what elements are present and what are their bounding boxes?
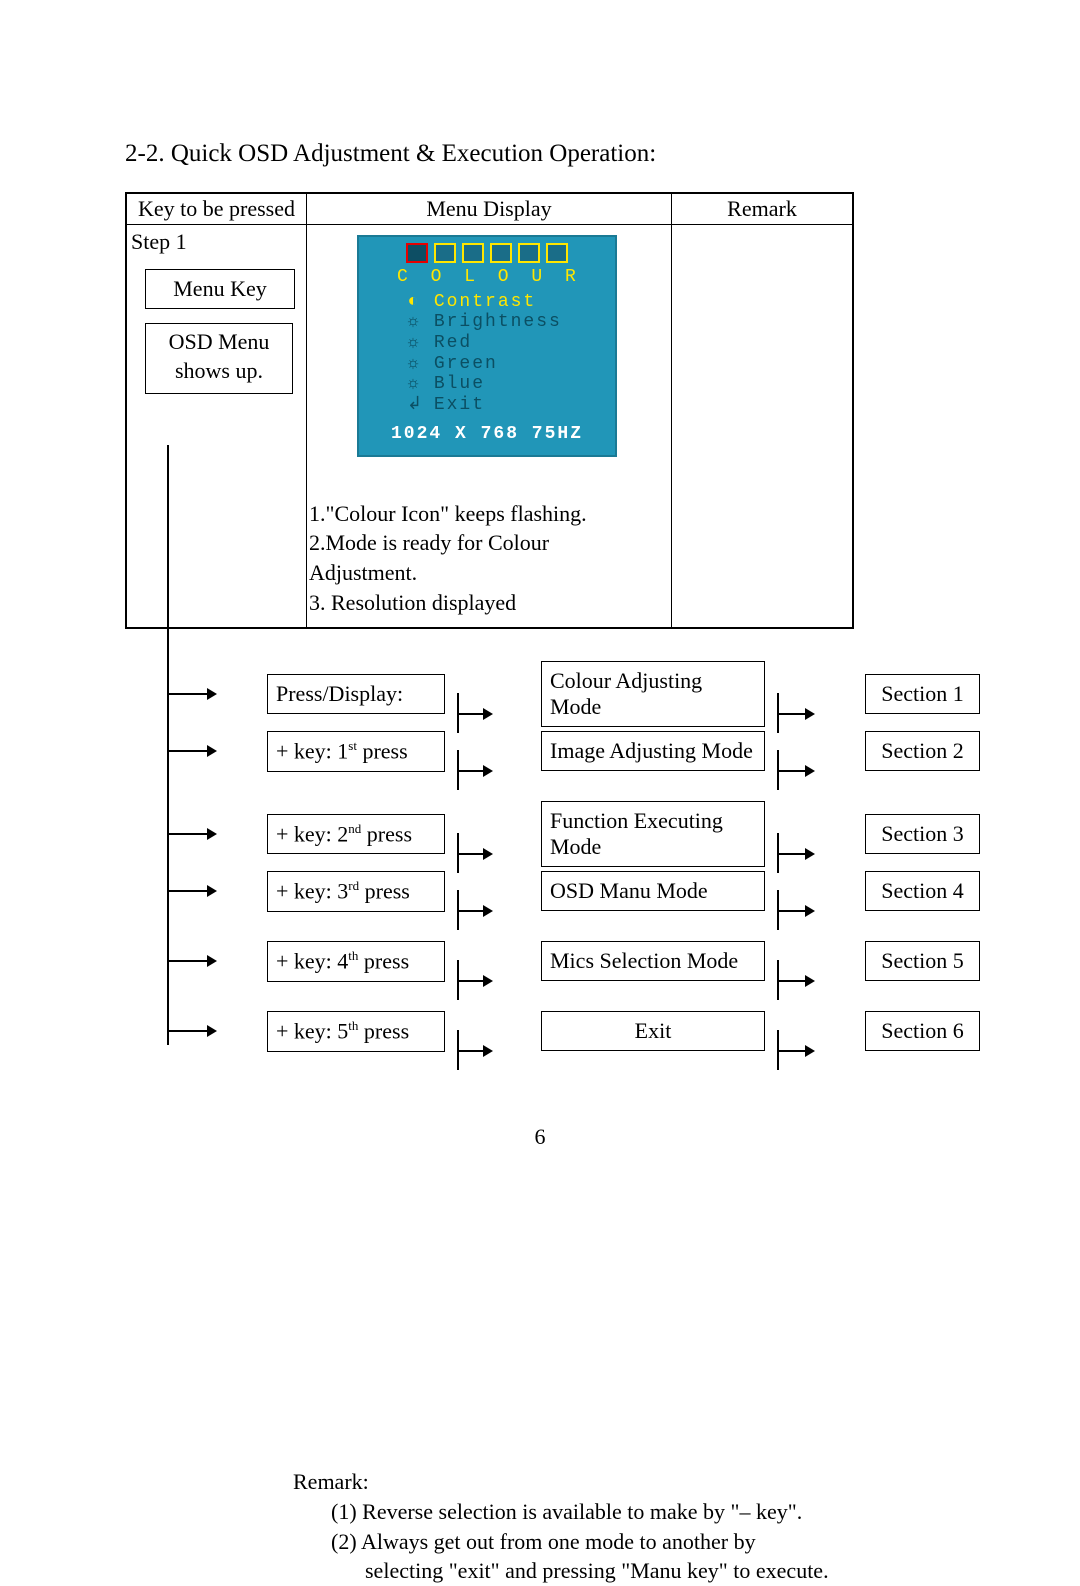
flow-mode-box: OSD Manu Mode xyxy=(541,871,765,911)
arrow-icon xyxy=(777,971,815,991)
page-number: 6 xyxy=(0,1124,1080,1150)
arrow-icon xyxy=(777,761,815,781)
flow-row: + key: 3rd press OSD Manu Mode Section 4 xyxy=(167,871,980,911)
flow-section-box: Section 2 xyxy=(865,731,980,771)
osd-item: ↲ Exit xyxy=(407,395,607,416)
flow-key-box: + key: 3rd press xyxy=(267,871,445,911)
osd-note-line: 1."Colour Icon" keeps flashing. xyxy=(309,499,661,529)
osd-item-label: Blue xyxy=(434,374,485,394)
remarks-item: (1) Reverse selection is available to ma… xyxy=(293,1497,980,1527)
arrow-icon xyxy=(777,1041,815,1061)
half-circle-icon: ◐ xyxy=(407,292,421,313)
col-remark xyxy=(672,225,852,627)
flow-row: + key: 2nd press Function Executing Mode… xyxy=(167,801,980,867)
osd-table: Key to be pressed Menu Display Remark St… xyxy=(125,192,854,629)
osd-title: C O L O U R xyxy=(397,267,607,288)
flow-key-box: + key: 4th press xyxy=(267,941,445,981)
osd-tab-icon xyxy=(406,243,428,263)
header-remark: Remark xyxy=(672,194,852,224)
osd-note-line: 2.Mode is ready for Colour Adjustment. xyxy=(309,528,661,587)
osd-item: ☼ Blue xyxy=(407,374,607,395)
arrow-icon xyxy=(457,704,493,724)
table-header: Key to be pressed Menu Display Remark xyxy=(127,194,852,225)
arrow-icon xyxy=(167,684,217,704)
arrow-icon xyxy=(457,761,493,781)
arrow-icon xyxy=(167,951,217,971)
remarks: Remark: (1) Reverse selection is availab… xyxy=(293,1467,980,1586)
flow-key-box: + key: 1st press xyxy=(267,731,445,771)
col-menu: C O L O U R ◐ Contrast ☼ Brightness ☼ Re… xyxy=(307,225,672,627)
flow-mode-box: Colour Adjusting Mode xyxy=(541,661,765,727)
flow-key-box: + key: 2nd press xyxy=(267,814,445,854)
osd-item-label: Contrast xyxy=(434,292,536,312)
arrow-icon xyxy=(457,971,493,991)
section-title: 2-2. Quick OSD Adjustment & Execution Op… xyxy=(125,140,980,168)
osd-tab-icon xyxy=(546,243,568,263)
remarks-item: (2) Always get out from one mode to anot… xyxy=(293,1527,980,1557)
osd-preview: C O L O U R ◐ Contrast ☼ Brightness ☼ Re… xyxy=(357,235,617,457)
exit-icon: ↲ xyxy=(407,395,421,416)
flow-section-box: Section 5 xyxy=(865,941,980,981)
osd-tab-icon xyxy=(490,243,512,263)
osd-item-label: Brightness xyxy=(434,312,562,332)
flow-key-box: + key: 5th press xyxy=(267,1011,445,1051)
arrow-icon xyxy=(777,844,815,864)
flow-section-box: Section 4 xyxy=(865,871,980,911)
osd-item-label: Green xyxy=(434,354,498,374)
arrow-icon xyxy=(777,704,815,724)
osd-tab-icon xyxy=(434,243,456,263)
osd-tab-icon xyxy=(518,243,540,263)
arrow-icon xyxy=(457,844,493,864)
flow-section-box: Section 6 xyxy=(865,1011,980,1051)
header-key: Key to be pressed xyxy=(127,194,307,224)
flow-mode-box: Function Executing Mode xyxy=(541,801,765,867)
arrow-icon xyxy=(457,1041,493,1061)
arrow-icon xyxy=(777,901,815,921)
flow-row: + key: 5th press Exit Section 6 xyxy=(167,1011,980,1051)
arrow-icon xyxy=(167,1021,217,1041)
osd-shows-box: OSD Menu shows up. xyxy=(145,323,293,394)
flow-row: + key: 1st press Image Adjusting Mode Se… xyxy=(167,731,980,771)
flow-diagram: Press/Display: Colour Adjusting Mode Sec… xyxy=(167,645,980,1055)
osd-item: ☼ Green xyxy=(407,354,607,375)
remarks-title: Remark: xyxy=(293,1467,980,1497)
remarks-item-cont: selecting "exit" and pressing "Manu key"… xyxy=(293,1556,980,1586)
osd-list: ◐ Contrast ☼ Brightness ☼ Red ☼ Green ☼ … xyxy=(407,292,607,416)
sun-icon: ☼ xyxy=(407,312,421,333)
osd-shows-line2: shows up. xyxy=(146,357,292,386)
arrow-icon xyxy=(167,881,217,901)
osd-item: ☼ Brightness xyxy=(407,312,607,333)
flow-section-box: Section 3 xyxy=(865,814,980,854)
flow-key-box: Press/Display: xyxy=(267,674,445,714)
osd-notes: 1."Colour Icon" keeps flashing. 2.Mode i… xyxy=(309,499,661,618)
osd-item-label: Red xyxy=(434,333,472,353)
osd-tab-icon xyxy=(462,243,484,263)
osd-item-label: Exit xyxy=(434,395,485,415)
table-body: Step 1 Menu Key OSD Menu shows up. xyxy=(127,225,852,627)
osd-resolution: 1024 X 768 75HZ xyxy=(367,424,607,445)
flow-mode-box: Exit xyxy=(541,1011,765,1051)
header-menu: Menu Display xyxy=(307,194,672,224)
flow-row: Press/Display: Colour Adjusting Mode Sec… xyxy=(167,661,980,727)
sun-icon: ☼ xyxy=(407,374,421,395)
flow-section-box: Section 1 xyxy=(865,674,980,714)
flow-mode-box: Mics Selection Mode xyxy=(541,941,765,981)
flow-mode-box: Image Adjusting Mode xyxy=(541,731,765,771)
osd-note-line: 3. Resolution displayed xyxy=(309,588,661,618)
document-page: 2-2. Quick OSD Adjustment & Execution Op… xyxy=(0,0,1080,1528)
menu-key-box: Menu Key xyxy=(145,269,295,309)
step-label: Step 1 xyxy=(127,229,302,255)
sun-icon: ☼ xyxy=(407,333,421,354)
osd-shows-line1: OSD Menu xyxy=(146,328,292,357)
sun-icon: ☼ xyxy=(407,354,421,375)
arrow-icon xyxy=(167,741,217,761)
osd-item: ◐ Contrast xyxy=(407,292,607,313)
arrow-icon xyxy=(457,901,493,921)
col-key: Step 1 Menu Key OSD Menu shows up. xyxy=(127,225,307,627)
flow-row: + key: 4th press Mics Selection Mode Sec… xyxy=(167,941,980,981)
arrow-icon xyxy=(167,824,217,844)
osd-item: ☼ Red xyxy=(407,333,607,354)
osd-icon-row xyxy=(367,243,607,263)
